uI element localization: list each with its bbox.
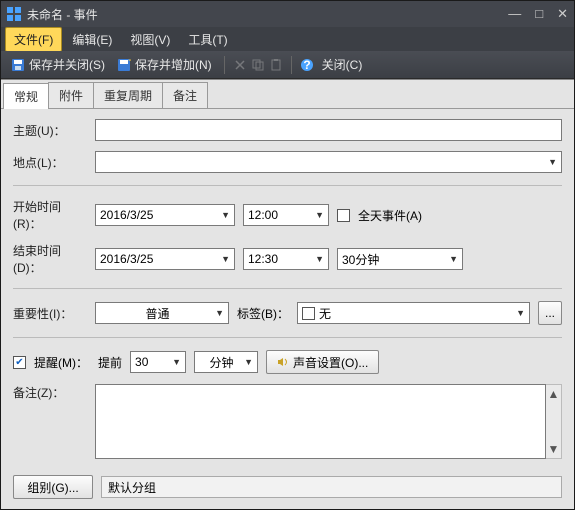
chevron-down-icon: ▼ <box>244 357 253 367</box>
remind-unit-value: 分钟 <box>199 354 244 371</box>
tab-notes[interactable]: 备注 <box>162 82 208 108</box>
titlebar: 未命名 - 事件 — □ ✕ <box>1 1 574 27</box>
tag-label: 标签(B)： <box>237 305 289 322</box>
tag-value: 无 <box>319 305 516 322</box>
menu-tools[interactable]: 工具(T) <box>180 28 235 51</box>
save-add-button[interactable]: + 保存并增加(N) <box>113 54 216 75</box>
chevron-down-icon: ▼ <box>221 210 230 220</box>
location-label: 地点(L)： <box>13 154 87 171</box>
start-date-combo[interactable]: 2016/3/25 ▼ <box>95 204 235 226</box>
maximize-button[interactable]: □ <box>535 6 543 22</box>
group-button[interactable]: 组别(G)... <box>13 475 93 499</box>
chevron-down-icon: ▼ <box>449 254 458 264</box>
before-label: 提前 <box>98 354 122 371</box>
close-label: 关闭(C) <box>322 56 363 73</box>
cut-icon[interactable] <box>233 58 247 72</box>
menu-view[interactable]: 视图(V) <box>122 28 178 51</box>
paste-icon[interactable] <box>269 58 283 72</box>
end-time-combo[interactable]: 12:30 ▼ <box>243 248 329 270</box>
remind-value: 30 <box>135 355 172 369</box>
subject-input[interactable] <box>95 119 562 141</box>
window-title: 未命名 - 事件 <box>27 6 508 23</box>
svg-text:+: + <box>128 58 131 67</box>
tab-bar: 常规 附件 重复周期 备注 <box>1 80 574 109</box>
copy-icon[interactable] <box>251 58 265 72</box>
allday-label: 全天事件(A) <box>358 207 422 224</box>
form-panel: 主题(U)： 地点(L)： ▼ 开始时间(R)： 2016/3/25 ▼ 12:… <box>1 109 574 509</box>
end-time-value: 12:30 <box>248 252 315 266</box>
remind-checkbox[interactable]: ✔ <box>13 356 26 369</box>
save-add-icon: + <box>117 58 131 72</box>
speaker-icon <box>277 356 289 368</box>
tag-color-swatch <box>302 307 315 320</box>
divider <box>13 185 562 186</box>
tab-general[interactable]: 常规 <box>3 83 49 109</box>
notes-scrollbar[interactable]: ▲ ▼ <box>546 384 562 459</box>
chevron-down-icon: ▼ <box>221 254 230 264</box>
close-button[interactable]: 关闭(C) <box>318 54 367 75</box>
svg-text:?: ? <box>303 58 310 72</box>
toolbar-separator-2 <box>291 56 292 74</box>
chevron-down-icon: ▼ <box>172 357 181 367</box>
chevron-down-icon: ▼ <box>315 254 324 264</box>
notes-textarea[interactable] <box>95 384 546 459</box>
tab-attachments[interactable]: 附件 <box>48 82 94 108</box>
group-value: 默认分组 <box>108 479 156 496</box>
save-close-label: 保存并关闭(S) <box>29 56 105 73</box>
tab-recurrence[interactable]: 重复周期 <box>93 82 163 108</box>
importance-value: 普通 <box>100 305 215 322</box>
content-area: 常规 附件 重复周期 备注 主题(U)： 地点(L)： ▼ 开始时间(R)： <box>1 79 574 509</box>
start-label: 开始时间(R)： <box>13 198 87 232</box>
toolbar: 保存并关闭(S) + 保存并增加(N) ? 关闭(C) <box>1 51 574 79</box>
importance-combo[interactable]: 普通 ▼ <box>95 302 229 324</box>
allday-checkbox[interactable] <box>337 209 350 222</box>
minimize-button[interactable]: — <box>508 6 521 22</box>
divider <box>13 288 562 289</box>
group-value-field: 默认分组 <box>101 476 562 498</box>
menubar: 文件(F) 编辑(E) 视图(V) 工具(T) <box>1 27 574 51</box>
end-label: 结束时间(D)： <box>13 242 87 276</box>
start-time-combo[interactable]: 12:00 ▼ <box>243 204 329 226</box>
toolbar-separator <box>224 56 225 74</box>
scroll-up-icon[interactable]: ▲ <box>548 385 560 403</box>
start-time-value: 12:00 <box>248 208 315 222</box>
sound-settings-button[interactable]: 声音设置(O)... <box>266 350 379 374</box>
remind-label: 提醒(M)： <box>34 354 90 371</box>
remind-value-combo[interactable]: 30 ▼ <box>130 351 186 373</box>
event-window: 未命名 - 事件 — □ ✕ 文件(F) 编辑(E) 视图(V) 工具(T) 保… <box>0 0 575 510</box>
end-date-combo[interactable]: 2016/3/25 ▼ <box>95 248 235 270</box>
remind-unit-combo[interactable]: 分钟 ▼ <box>194 351 258 373</box>
chevron-down-icon: ▼ <box>215 308 224 318</box>
menu-edit[interactable]: 编辑(E) <box>64 28 120 51</box>
end-date-value: 2016/3/25 <box>100 252 221 266</box>
sound-label: 声音设置(O)... <box>293 354 368 371</box>
tag-combo[interactable]: 无 ▼ <box>297 302 530 324</box>
duration-combo[interactable]: 30分钟 ▼ <box>337 248 463 270</box>
chevron-down-icon: ▼ <box>315 210 324 220</box>
save-add-label: 保存并增加(N) <box>135 56 212 73</box>
group-button-label: 组别(G)... <box>27 479 78 496</box>
menu-file[interactable]: 文件(F) <box>5 27 62 52</box>
divider <box>13 337 562 338</box>
window-controls: — □ ✕ <box>508 6 568 22</box>
start-date-value: 2016/3/25 <box>100 208 221 222</box>
subject-label: 主题(U)： <box>13 122 87 139</box>
scroll-down-icon[interactable]: ▼ <box>548 440 560 458</box>
app-icon <box>7 7 21 21</box>
chevron-down-icon: ▼ <box>548 157 557 167</box>
notes-label: 备注(Z)： <box>13 384 87 401</box>
save-close-button[interactable]: 保存并关闭(S) <box>7 54 109 75</box>
importance-label: 重要性(I)： <box>13 305 87 322</box>
duration-value: 30分钟 <box>342 251 449 268</box>
save-icon <box>11 58 25 72</box>
chevron-down-icon: ▼ <box>516 308 525 318</box>
close-window-button[interactable]: ✕ <box>557 6 568 22</box>
location-combo[interactable]: ▼ <box>95 151 562 173</box>
help-icon[interactable]: ? <box>300 58 314 72</box>
tag-more-button[interactable]: ... <box>538 301 562 325</box>
